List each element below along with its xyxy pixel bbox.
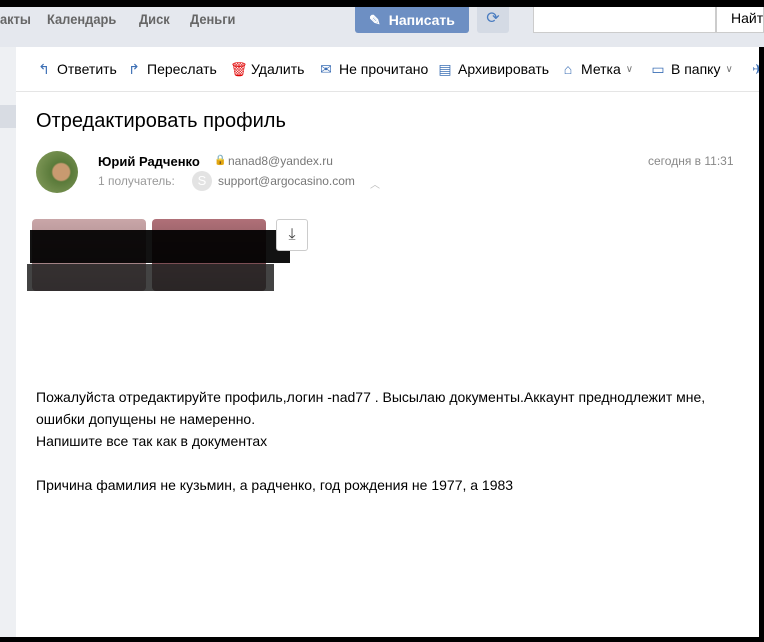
refresh-icon: ⟳ [486,10,500,27]
download-icon: ⤓ [288,226,296,243]
sender-email[interactable]: nanad8@yandex.ru [228,154,333,168]
body-paragraph: Напишите все так как в документах [36,433,268,449]
tag-icon: ⌂ [563,61,573,77]
delete-button[interactable]: 🗑 Удалить [230,61,304,77]
nav-calendar[interactable]: Календарь [47,11,116,27]
lock-icon: 🔒 [214,155,227,166]
top-header: акты Календарь Диск Деньги ✎ Написать ⟳ Н… [0,7,764,47]
move-to-folder-dropdown[interactable]: ▭ В папку ∨ [650,61,733,77]
delete-label: Удалить [251,61,305,77]
recipient-avatar: S [192,171,212,191]
compose-label: Написать [388,12,455,28]
label-label: Метка [581,61,621,77]
recipient-email[interactable]: support@argocasino.com [218,174,355,188]
message-date: сегодня в 11:31 [648,154,734,168]
nav-disk[interactable]: Диск [139,11,170,27]
pencil-icon: ✎ [369,11,381,28]
mark-unread-button[interactable]: ✉ Не прочитано [318,61,428,77]
forward-icon: ↱ [128,61,140,77]
message-body: Пожалуйста отредактируйте профиль,логин … [36,386,736,496]
unread-label: Не прочитано [339,61,429,77]
body-paragraph: Пожалуйста отредактируйте профиль,логин … [36,389,706,427]
folder-icon: ▭ [651,61,665,77]
search-input[interactable] [533,7,716,33]
reply-icon: ↰ [38,61,50,77]
forward-button[interactable]: ↱ Переслать [126,61,217,77]
reply-label: Ответить [57,61,117,77]
redaction-box [30,230,290,263]
archive-icon: ▤ [438,61,452,77]
chevron-up-icon[interactable]: ︿ [370,176,380,191]
archive-label: Архивировать [458,61,550,77]
forward-label: Переслать [147,61,217,77]
body-paragraph: Причина фамилия не кузьмин, а радченко, … [36,477,514,493]
message-subject: Отредактировать профиль [36,110,286,132]
compose-button[interactable]: ✎ Написать [355,7,469,33]
screen-border-bottom [0,637,764,642]
message-toolbar: ↰ Ответить ↱ Переслать 🗑 Удалить ✉ Не прочит… [16,47,764,92]
archive-button[interactable]: ▤ Архивировать [437,61,549,77]
nav-money[interactable]: Деньги [190,11,235,27]
chevron-down-icon: ∨ [725,63,733,75]
find-button[interactable]: Найти [716,7,764,33]
reply-button[interactable]: ↰ Ответить [36,61,117,77]
left-sidebar [0,47,16,642]
chevron-down-icon: ∨ [625,63,634,75]
trash-icon: 🗑 [230,61,248,77]
sender-avatar[interactable] [36,151,78,193]
nav-contacts[interactable]: акты [0,11,31,27]
folder-label: В папку [671,61,721,77]
redaction-box [27,264,274,291]
screen-border-right [759,47,764,642]
download-attachments-button[interactable]: ⤓ [276,219,308,251]
sidebar-selected-item[interactable] [0,105,16,128]
recipients-label: 1 получатель: [98,174,175,188]
refresh-button[interactable]: ⟳ [477,7,509,33]
envelope-icon: ✉ [320,61,332,77]
screen-border-top [0,0,764,7]
sender-name[interactable]: Юрий Радченко [98,154,200,169]
label-dropdown[interactable]: ⌂ Метка ∨ [560,61,633,77]
